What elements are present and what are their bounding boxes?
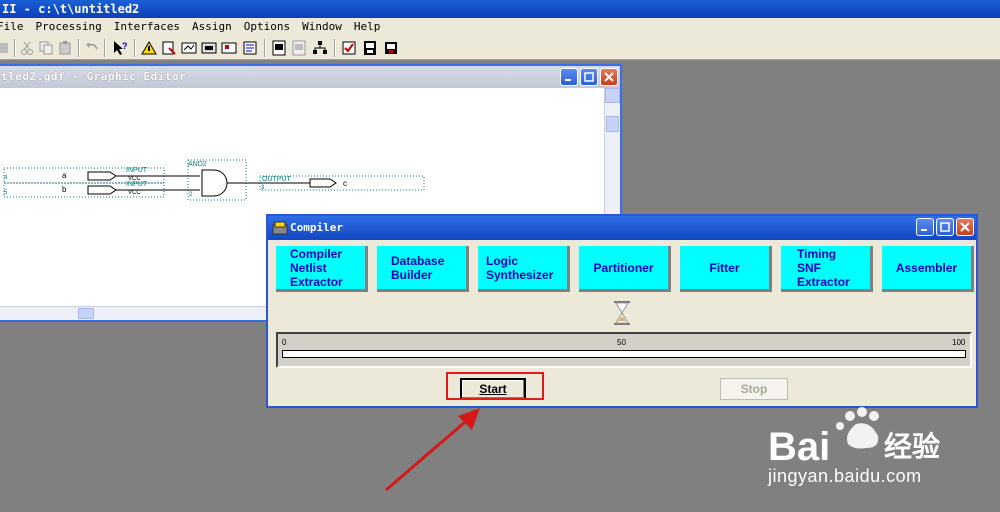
vertical-scroll-thumb[interactable]: [606, 116, 619, 132]
module-database-builder: Database Builder: [377, 246, 469, 292]
menu-assign[interactable]: Assign: [192, 18, 238, 36]
compile-progress-bar: [282, 350, 966, 358]
svg-text:?: ?: [122, 41, 128, 51]
menu-processing[interactable]: Processing: [36, 18, 108, 36]
output-type: OUTPUT: [262, 176, 292, 183]
hourglass-icon: [614, 301, 630, 325]
pin-number-3: 3: [261, 185, 265, 191]
minimize-button[interactable]: [560, 68, 578, 86]
simulator-icon[interactable]: [361, 38, 379, 57]
input-b-pin: [87, 185, 117, 195]
programmer-icon[interactable]: [382, 38, 400, 57]
minimize-icon: [921, 229, 927, 231]
compiler-window-icon: [272, 221, 288, 235]
close-icon: [604, 72, 614, 82]
compile-progress-frame: 0 50 100: [276, 332, 972, 368]
set-project-icon[interactable]: [290, 38, 308, 57]
minimize-icon: [565, 79, 571, 81]
gate-label: AND2: [188, 161, 207, 168]
and-gate: [201, 169, 228, 197]
cut-icon[interactable]: [18, 38, 36, 57]
close-icon: [960, 222, 970, 232]
maximize-icon: [940, 222, 950, 232]
compiler-close-button[interactable]: [956, 218, 974, 236]
compiler-window: Compiler Compiler Netlist Extractor Databa…: [266, 214, 978, 408]
module-partitioner: Partitioner: [579, 246, 671, 292]
menu-file[interactable]: File: [0, 18, 30, 36]
compiler-maximize-button[interactable]: [936, 218, 954, 236]
svg-text:经验: 经验: [884, 430, 940, 463]
pin-number-5: 5: [4, 190, 8, 196]
horizontal-scroll-thumb[interactable]: [78, 308, 94, 319]
compiler-titlebar[interactable]: Compiler: [268, 216, 976, 240]
input-b-name: b: [62, 185, 67, 194]
help-pointer-icon[interactable]: ?: [111, 38, 129, 57]
output-pin: [309, 178, 337, 188]
progress-tick-0: 0: [282, 338, 287, 347]
graphic-editor-title: tled2.gdf - Graphic Editor: [1, 70, 187, 83]
symbol-editor-icon[interactable]: [200, 38, 218, 57]
hierarchy-display-icon[interactable]: [311, 38, 329, 57]
module-fitter: Fitter: [680, 246, 772, 292]
close-button[interactable]: [600, 68, 618, 86]
module-logic-synthesizer: Logic Synthesizer: [478, 246, 570, 292]
graphic-editor-icon[interactable]: [180, 38, 198, 57]
menu-help[interactable]: Help: [354, 18, 387, 36]
module-assembler: Assembler: [882, 246, 974, 292]
stop-button[interactable]: Stop: [720, 378, 788, 400]
copy-icon[interactable]: [37, 38, 55, 57]
module-compiler-netlist-extractor: Compiler Netlist Extractor: [276, 246, 368, 292]
app-title: II - c:\t\untitled2: [0, 0, 1000, 18]
open-project-icon[interactable]: [270, 38, 288, 57]
save-icon[interactable]: [0, 38, 12, 57]
input-a-name: a: [62, 171, 67, 180]
annotation-arrow-icon: [385, 408, 480, 492]
graphic-editor-titlebar[interactable]: tled2.gdf - Graphic Editor: [0, 66, 620, 88]
menu-options[interactable]: Options: [244, 18, 296, 36]
menubar: File Processing Interfaces Assign Option…: [0, 18, 1000, 36]
module-timing-snf-extractor: Timing SNF Extractor: [781, 246, 873, 292]
input-b-vcc: VCC: [128, 190, 141, 196]
maximize-icon: [584, 72, 594, 82]
progress-tick-50: 50: [617, 338, 626, 347]
toolbar: ?: [0, 36, 1000, 60]
svg-text:Bai: Bai: [768, 425, 830, 469]
paste-icon[interactable]: [56, 38, 74, 57]
progress-tick-100: 100: [952, 338, 966, 347]
floorplan-icon[interactable]: [160, 38, 178, 57]
undo-icon[interactable]: [83, 38, 101, 57]
input-b-type: INPUT: [126, 181, 148, 188]
compiler-title: Compiler: [290, 221, 343, 234]
input-a-pin: [87, 171, 117, 181]
waveform-editor-icon[interactable]: [220, 38, 238, 57]
watermark-url: jingyan.baidu.com: [768, 466, 922, 486]
menu-window[interactable]: Window: [302, 18, 348, 36]
compiler-minimize-button[interactable]: [916, 218, 934, 236]
scroll-up-arrow[interactable]: [605, 88, 620, 103]
pin-number-4: 4: [4, 175, 8, 181]
output-name: c: [343, 179, 347, 188]
hierarchy-warning-icon[interactable]: [140, 38, 158, 57]
input-a-type: INPUT: [126, 167, 148, 174]
maximize-button[interactable]: [580, 68, 598, 86]
pin-number-2: 2: [189, 192, 193, 198]
compiler-icon[interactable]: [340, 38, 358, 57]
menu-interfaces[interactable]: Interfaces: [114, 18, 186, 36]
text-editor-icon[interactable]: [241, 38, 259, 57]
